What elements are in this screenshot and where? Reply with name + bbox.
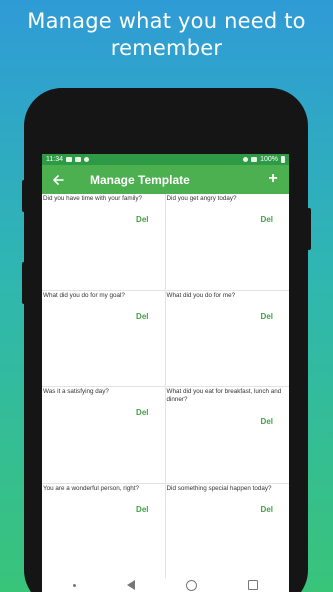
template-question: Was it a satisfying day? bbox=[43, 388, 109, 395]
template-question: Did you get angry today? bbox=[166, 195, 237, 202]
template-question: What did you eat for breakfast, lunch an… bbox=[166, 388, 282, 403]
phone-screen: 11:34 100% Manage Template + Did you hav… bbox=[42, 154, 289, 592]
home-circle-icon[interactable] bbox=[185, 579, 197, 591]
template-question: What did you do for me? bbox=[166, 291, 236, 299]
battery-level: 100% bbox=[260, 156, 278, 163]
status-time: 11:34 bbox=[46, 156, 63, 163]
back-button[interactable] bbox=[48, 170, 68, 190]
phone-side-button-left-bottom bbox=[22, 262, 26, 304]
template-card: What did you eat for breakfast, lunch an… bbox=[165, 387, 289, 484]
template-grid: Did you have time with your family? Del … bbox=[42, 194, 289, 580]
template-question: What did you do for my goal? bbox=[43, 291, 125, 299]
template-card: Did something special happen today? Del bbox=[165, 484, 289, 580]
battery-icon bbox=[281, 156, 285, 163]
template-card: Was it a satisfying day? Del bbox=[42, 387, 166, 484]
template-question: Did you have time with your family? bbox=[43, 195, 143, 202]
template-card: What did you do for my goal? Del bbox=[42, 290, 166, 387]
recents-square-icon[interactable] bbox=[247, 580, 258, 590]
template-question: You are a wonderful person, right? bbox=[43, 484, 140, 492]
template-card: What did you do for me? Del bbox=[165, 291, 289, 387]
status-bar: 11:34 100% bbox=[42, 154, 289, 165]
delete-button[interactable]: Del bbox=[136, 215, 148, 224]
delete-button[interactable]: Del bbox=[261, 505, 273, 514]
android-icon bbox=[84, 157, 89, 162]
phone-side-button-right bbox=[307, 208, 311, 250]
delete-button[interactable]: Del bbox=[136, 312, 148, 321]
system-nav-bar bbox=[42, 578, 289, 592]
template-card: Did you get angry today? Del bbox=[165, 194, 289, 291]
app-bar: Manage Template + bbox=[42, 165, 289, 194]
delete-button[interactable]: Del bbox=[136, 505, 148, 514]
add-template-button[interactable]: + bbox=[263, 169, 283, 189]
delete-button[interactable]: Del bbox=[136, 408, 148, 417]
message-icon bbox=[75, 157, 81, 162]
signal-icon bbox=[251, 157, 258, 162]
promo-headline: Manage what you need to remember bbox=[27, 9, 306, 60]
page-title: Manage Template bbox=[90, 172, 190, 187]
delete-button[interactable]: Del bbox=[261, 215, 273, 224]
template-question: Did something special happen today? bbox=[166, 484, 272, 492]
wifi-icon bbox=[243, 157, 249, 162]
back-triangle-icon[interactable] bbox=[127, 580, 136, 590]
phone-side-button-left-top bbox=[22, 180, 26, 212]
delete-button[interactable]: Del bbox=[261, 417, 273, 426]
plus-icon: + bbox=[268, 170, 278, 187]
template-card: You are a wonderful person, right? Del bbox=[42, 483, 166, 580]
image-icon bbox=[66, 157, 72, 162]
arrow-left-icon bbox=[53, 174, 64, 185]
menu-dot-icon[interactable] bbox=[73, 583, 77, 587]
delete-button[interactable]: Del bbox=[261, 312, 273, 321]
template-card: Did you have time with your family? Del bbox=[42, 194, 166, 291]
